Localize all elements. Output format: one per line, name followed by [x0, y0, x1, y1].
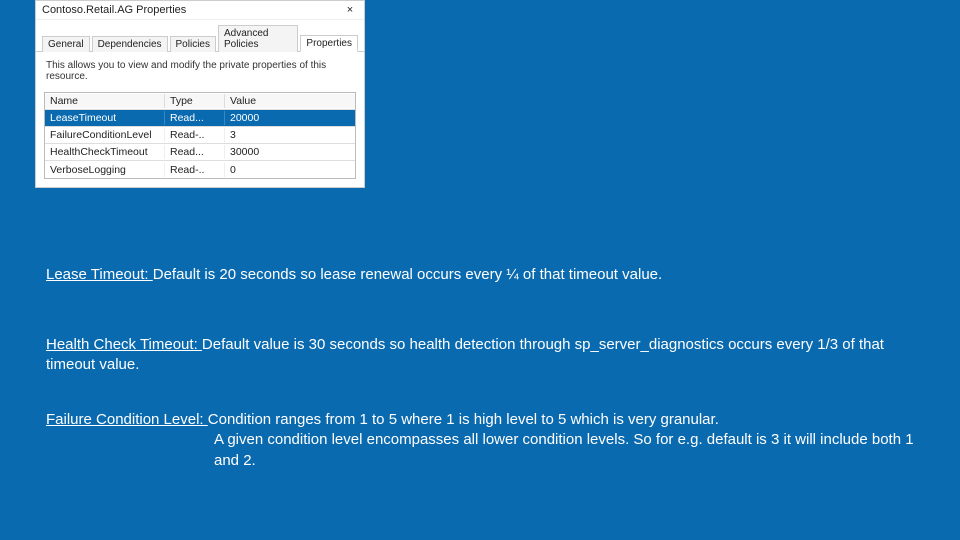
cell-value: 20000 — [225, 111, 355, 125]
cell-value: 30000 — [225, 145, 355, 159]
grid-row-failureconditionlevel[interactable]: FailureConditionLevel Read-.. 3 — [45, 127, 355, 144]
failure-condition-text-1: Condition ranges from 1 to 5 where 1 is … — [208, 411, 719, 428]
cell-name: LeaseTimeout — [45, 111, 165, 125]
dialog-titlebar: Contoso.Retail.AG Properties × — [36, 1, 364, 20]
grid-row-healthchecktimeout[interactable]: HealthCheckTimeout Read... 30000 — [45, 144, 355, 161]
explanation-failure-condition-level: Failure Condition Level: Condition range… — [46, 410, 916, 471]
cell-value: 0 — [225, 163, 355, 177]
dialog-title: Contoso.Retail.AG Properties — [42, 4, 186, 16]
properties-grid: Name Type Value LeaseTimeout Read... 200… — [44, 92, 356, 179]
health-check-label: Health Check Timeout: — [46, 336, 202, 353]
cell-type: Read-.. — [165, 163, 225, 177]
explanation-health-check-timeout: Health Check Timeout: Default value is 3… — [46, 335, 916, 376]
cell-name: HealthCheckTimeout — [45, 145, 165, 159]
tab-description: This allows you to view and modify the p… — [36, 52, 364, 92]
tab-advanced-policies[interactable]: Advanced Policies — [218, 25, 298, 52]
explanation-lease-timeout: Lease Timeout: Default is 20 seconds so … — [46, 265, 662, 285]
tab-dependencies[interactable]: Dependencies — [92, 36, 168, 52]
cell-name: VerboseLogging — [45, 163, 165, 177]
failure-condition-label: Failure Condition Level: — [46, 411, 208, 428]
cell-value: 3 — [225, 128, 355, 142]
column-header-name[interactable]: Name — [45, 94, 165, 108]
grid-row-leasetimeout[interactable]: LeaseTimeout Read... 20000 — [45, 110, 355, 127]
cell-type: Read-.. — [165, 128, 225, 142]
lease-timeout-text: Default is 20 seconds so lease renewal o… — [153, 266, 662, 283]
properties-dialog: Contoso.Retail.AG Properties × General D… — [35, 0, 365, 188]
failure-condition-text-2: A given condition level encompasses all … — [46, 430, 916, 471]
column-header-value[interactable]: Value — [225, 94, 355, 108]
column-header-type[interactable]: Type — [165, 94, 225, 108]
close-icon[interactable]: × — [342, 4, 358, 16]
grid-header: Name Type Value — [45, 93, 355, 110]
cell-name: FailureConditionLevel — [45, 128, 165, 142]
tab-general[interactable]: General — [42, 36, 90, 52]
cell-type: Read... — [165, 111, 225, 125]
cell-type: Read... — [165, 145, 225, 159]
tab-properties[interactable]: Properties — [300, 35, 358, 52]
tab-strip: General Dependencies Policies Advanced P… — [36, 20, 364, 52]
grid-row-verboselogging[interactable]: VerboseLogging Read-.. 0 — [45, 161, 355, 178]
tab-policies[interactable]: Policies — [170, 36, 216, 52]
lease-timeout-label: Lease Timeout: — [46, 266, 153, 283]
